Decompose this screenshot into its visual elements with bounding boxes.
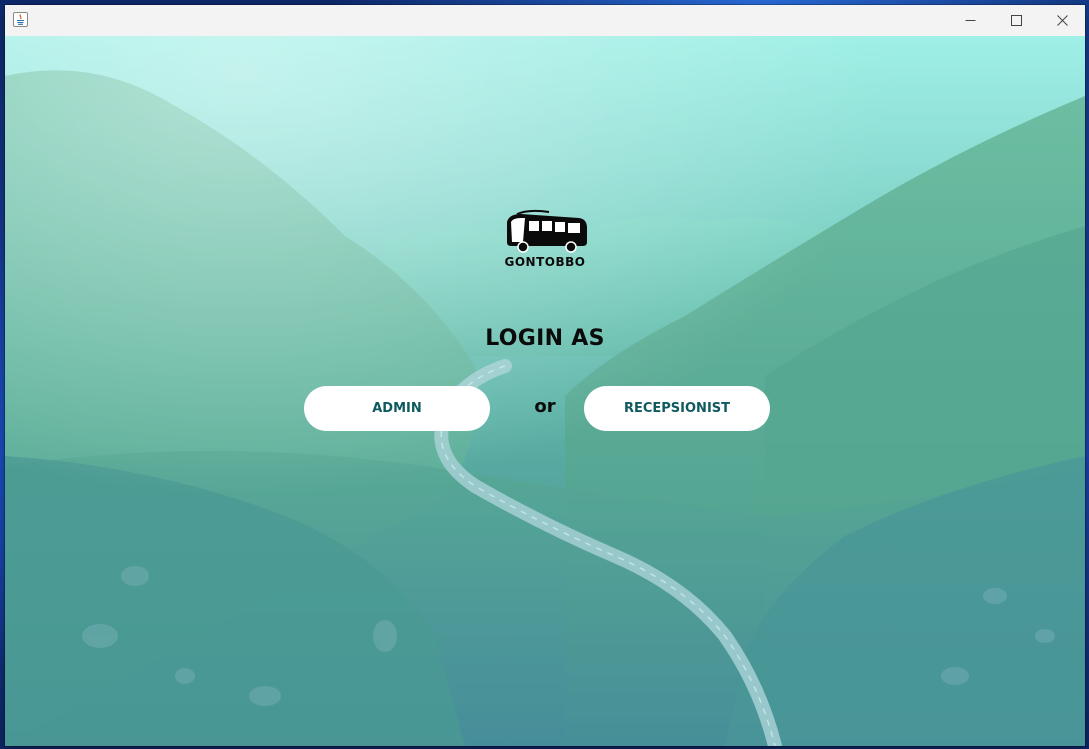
receptionist-button[interactable]: RECEPSIONIST <box>584 386 770 431</box>
minimize-button[interactable] <box>947 5 993 36</box>
bus-icon <box>507 209 587 253</box>
close-icon <box>1056 15 1068 26</box>
login-card: GONTOBBO LOGIN AS ADMIN or RECEPSIONIST <box>5 36 1085 746</box>
admin-button[interactable]: ADMIN <box>304 386 490 431</box>
brand-name: GONTOBBO <box>504 255 586 269</box>
maximize-icon <box>1010 15 1022 26</box>
login-panel: GONTOBBO LOGIN AS ADMIN or RECEPSIONIST <box>5 36 1085 746</box>
receptionist-button-label: RECEPSIONIST <box>623 401 731 416</box>
close-button[interactable] <box>1039 5 1085 36</box>
window-controls <box>947 5 1085 36</box>
brand-logo: GONTOBBO <box>499 208 591 272</box>
app-window: GONTOBBO LOGIN AS ADMIN or RECEPSIONIST <box>5 5 1085 746</box>
title-bar[interactable] <box>5 5 1085 36</box>
login-heading: LOGIN AS <box>485 326 605 351</box>
or-separator: or <box>534 396 556 417</box>
maximize-button[interactable] <box>993 5 1039 36</box>
java-app-icon <box>13 12 28 27</box>
admin-button-label: ADMIN <box>372 401 422 416</box>
minimize-icon <box>965 20 975 21</box>
